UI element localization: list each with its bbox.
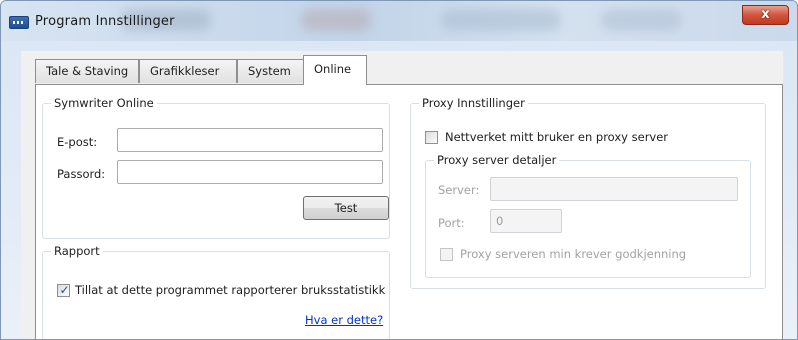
tab-page-online: Symwriter Online E-post: Passord: Test R… [35, 84, 783, 339]
email-input[interactable] [117, 128, 383, 152]
app-icon [9, 16, 29, 29]
proxy-details-group: Proxy server detaljer Server: Port: Prox… [425, 153, 751, 278]
use-proxy-label: Nettverket mitt bruker en proxy server [445, 130, 669, 144]
report-group: Rapport ✓ Tillat at dette programmet rap… [42, 244, 390, 339]
email-label: E-post: [57, 135, 98, 149]
online-group-legend: Symwriter Online [51, 96, 157, 110]
port-input[interactable] [490, 209, 562, 233]
proxy-auth-checkbox[interactable] [440, 248, 453, 261]
proxy-group-legend: Proxy Innstillinger [419, 96, 528, 110]
allow-stats-checkbox[interactable]: ✓ [57, 283, 70, 297]
checkmark-icon: ✓ [59, 283, 70, 297]
close-button[interactable]: x [742, 5, 789, 25]
allow-stats-label: Tillat at dette programmet rapporterer b… [75, 283, 386, 297]
password-label: Passord: [57, 167, 106, 181]
tab-system[interactable]: System [237, 59, 305, 83]
server-input[interactable] [490, 177, 738, 201]
title-bar[interactable]: Program Innstillinger x [1, 1, 797, 41]
proxy-details-legend: Proxy server detaljer [434, 153, 560, 167]
dialog-client-area: Tale & Staving Grafikkleser System Onlin… [21, 51, 783, 339]
port-label: Port: [438, 216, 465, 230]
report-group-legend: Rapport [51, 244, 103, 258]
use-proxy-checkbox[interactable] [425, 131, 438, 144]
test-button[interactable]: Test [303, 196, 389, 220]
proxy-auth-label: Proxy serveren min krever godkjenning [460, 247, 687, 261]
settings-window: Program Innstillinger x Tale & Staving G… [0, 0, 798, 340]
tab-tale-staving[interactable]: Tale & Staving [35, 59, 139, 83]
window-title: Program Innstillinger [35, 14, 175, 29]
server-label: Server: [438, 183, 480, 197]
what-is-this-link[interactable]: Hva er dette? [305, 313, 383, 327]
online-group: Symwriter Online E-post: Passord: Test [42, 96, 390, 239]
password-input[interactable] [117, 160, 383, 184]
tab-online[interactable]: Online [303, 55, 367, 85]
proxy-group: Proxy Innstillinger Nettverket mitt bruk… [410, 96, 766, 289]
tab-grafikkleser[interactable]: Grafikkleser [139, 59, 237, 83]
